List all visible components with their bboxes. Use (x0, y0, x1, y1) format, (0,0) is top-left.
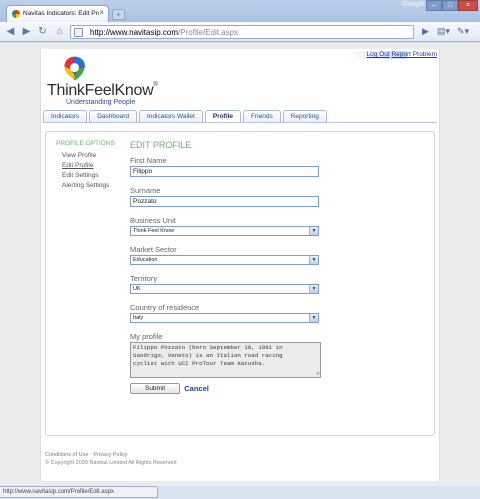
page-menu-icon[interactable]: ▤▾ (437, 25, 450, 38)
market-sector-label: Market Sector (130, 245, 177, 254)
page-viewport: Log Out Report Problem ThinkFeelKnow® Un… (0, 43, 480, 486)
country-select[interactable]: Italy ▼ (130, 313, 319, 323)
tab-reporting[interactable]: Reporting (282, 110, 327, 122)
edit-profile-form: EDIT PROFILE First Name Filippo Surname … (130, 140, 330, 394)
tab-close-icon[interactable]: × (99, 8, 104, 17)
chevron-down-icon: ▼ (309, 256, 318, 264)
sidebar-item-edit-profile[interactable]: Edit Profile (62, 162, 115, 169)
back-icon[interactable]: ◀ (4, 25, 17, 38)
my-profile-textarea[interactable]: Filippo Pozzato (born September 10, 1981… (130, 342, 321, 378)
form-actions: Submit Cancel (130, 383, 330, 394)
address-bar[interactable]: http://www.navitasip.com/Profile/Edit.as… (70, 25, 414, 39)
forward-icon[interactable]: ▶ (20, 25, 33, 38)
market-sector-select[interactable]: Education ▼ (130, 255, 319, 265)
chevron-down-icon: ▼ (309, 227, 318, 235)
chevron-down-icon: ▼ (309, 285, 318, 293)
market-sector-value: Education (133, 257, 158, 263)
territory-label: Territory (130, 274, 158, 283)
first-name-field[interactable]: Filippo (130, 166, 319, 177)
country-value: Italy (133, 315, 144, 321)
new-tab-button[interactable]: + (112, 9, 125, 20)
reload-icon[interactable]: ↻ (36, 25, 49, 38)
business-unit-select[interactable]: Think Feel Know ▼ (130, 226, 319, 236)
minimize-button[interactable]: – (426, 0, 442, 11)
user-links: Log Out Report Problem (367, 51, 437, 58)
sidebar-item-edit-settings[interactable]: Edit Settings (62, 172, 115, 179)
tab-dashboard[interactable]: Dashboard (89, 110, 137, 122)
surname-field[interactable]: Pozzato (130, 196, 319, 207)
sidebar-title: PROFILE OPTIONS (56, 140, 115, 147)
address-url: http://www.navitasip.com/Profile/Edit.as… (90, 28, 239, 37)
report-problem-link[interactable]: Report Problem (391, 51, 437, 58)
resize-grip-icon[interactable]: ◢ (316, 371, 319, 376)
window-controls: – □ × (426, 0, 478, 11)
browser-titlebar: Navitas Indicators: Edit Pro... × + Goog… (0, 0, 480, 22)
window-label: Google (402, 1, 425, 8)
tab-title: Navitas Indicators: Edit Pro... (23, 10, 99, 17)
business-unit-label: Business Unit (130, 216, 176, 225)
page-icon (74, 28, 83, 37)
tab-indicators[interactable]: Indicators (43, 110, 88, 122)
form-title: EDIT PROFILE (130, 140, 192, 150)
surname-label: Surname (130, 186, 161, 195)
favicon-icon (12, 10, 20, 18)
sidebar-item-view-profile[interactable]: View Profile (62, 152, 115, 159)
bookmark-icon[interactable]: ▶ (422, 25, 429, 38)
tab-profile[interactable]: Profile (204, 110, 242, 122)
submit-button[interactable]: Submit (130, 383, 181, 394)
territory-select[interactable]: UK ▼ (130, 284, 319, 294)
my-profile-label: My profile (130, 332, 163, 341)
logo-tagline: Understanding People (66, 99, 136, 106)
main-nav: Indicators Dashboard Indicators Wallet P… (43, 110, 327, 122)
close-window-button[interactable]: × (458, 0, 478, 11)
territory-value: UK (133, 286, 141, 292)
conditions-link[interactable]: Conditions of Use (45, 452, 88, 458)
logout-link[interactable]: Log Out (367, 51, 390, 58)
tab-friends[interactable]: Friends (243, 110, 281, 122)
browser-toolbar: ◀ ▶ ↻ ⌂ http://www.navitasip.com/Profile… (0, 22, 480, 42)
wrench-icon[interactable]: ✎▾ (457, 25, 469, 38)
country-label: Country of residence (130, 303, 200, 312)
home-icon[interactable]: ⌂ (53, 25, 66, 38)
nav-divider (43, 122, 437, 123)
logo-icon (64, 56, 85, 81)
privacy-link[interactable]: Privacy Policy (93, 452, 127, 458)
profile-sidebar: PROFILE OPTIONS View Profile Edit Profil… (56, 140, 115, 192)
status-bar: http://www.navitasip.com/Profile/Edit.as… (0, 486, 158, 498)
first-name-label: First Name (130, 156, 167, 165)
browser-tab[interactable]: Navitas Indicators: Edit Pro... × (6, 5, 109, 22)
page-footer: Conditions of Use · Privacy Policy © Cop… (45, 451, 177, 467)
page-container: Log Out Report Problem ThinkFeelKnow® Un… (40, 49, 440, 481)
footer-separator: · (89, 452, 92, 458)
cancel-link[interactable]: Cancel (184, 384, 209, 393)
chevron-down-icon: ▼ (309, 314, 318, 322)
tab-indicators-wallet[interactable]: Indicators Wallet (139, 110, 203, 122)
logo-wordmark: ThinkFeelKnow® (47, 82, 158, 99)
copyright: © Copyright 2009 Navitas Limited All Rig… (45, 460, 177, 466)
maximize-button[interactable]: □ (442, 0, 458, 11)
sidebar-item-alerting-settings[interactable]: Alerting Settings (62, 182, 115, 189)
business-unit-value: Think Feel Know (133, 228, 174, 234)
content-panel: PROFILE OPTIONS View Profile Edit Profil… (45, 131, 435, 436)
